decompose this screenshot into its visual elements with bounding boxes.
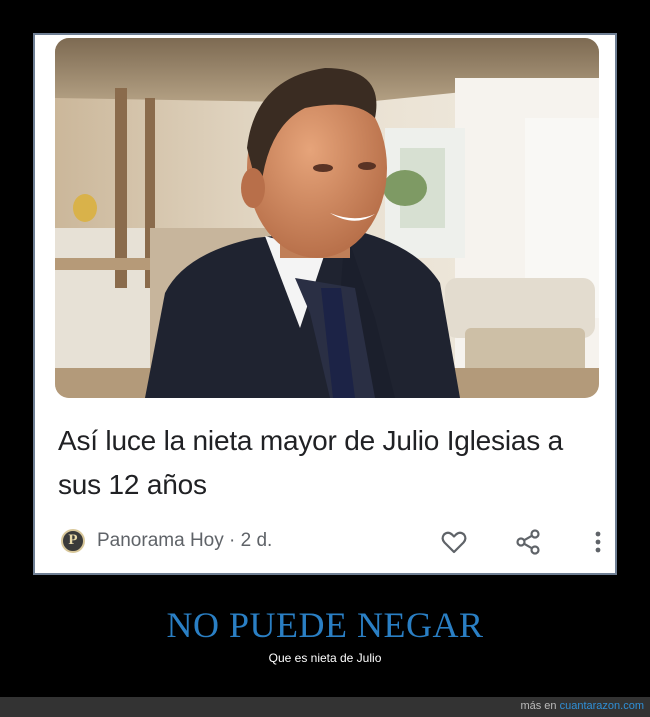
publisher-logo-letter: P [68, 532, 78, 548]
footer-prefix: más en [520, 700, 560, 712]
photo-illustration [55, 38, 599, 398]
article-source-row: P Panorama Hoy · 2 d. [57, 527, 601, 557]
publisher-name[interactable]: Panorama Hoy · 2 d. [97, 530, 272, 552]
footer-credit: más en cuantarazon.com [520, 700, 644, 712]
article-headline[interactable]: Así luce la nieta mayor de Julio Iglesia… [58, 419, 578, 507]
meme-subtitle: Que es nieta de Julio [268, 651, 382, 665]
more-options-button[interactable] [583, 527, 613, 557]
like-button[interactable] [439, 527, 469, 557]
share-icon [516, 529, 540, 555]
more-vert-icon [595, 531, 601, 553]
article-photo[interactable] [55, 38, 599, 398]
footer-bar: más en cuantarazon.com [0, 697, 650, 717]
publisher-logo: P [61, 529, 85, 553]
heart-icon [441, 531, 467, 554]
news-card[interactable]: Así luce la nieta mayor de Julio Iglesia… [33, 33, 617, 575]
site-link[interactable]: cuantarazon.com [560, 700, 644, 712]
meme-title: NO PUEDE NEGAR [166, 605, 484, 645]
share-button[interactable] [513, 527, 543, 557]
